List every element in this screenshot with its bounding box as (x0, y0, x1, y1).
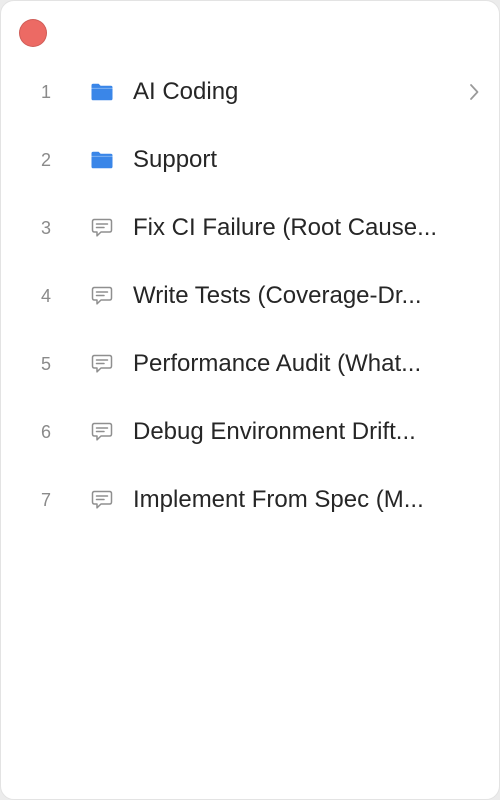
chat-bubble-icon (90, 284, 114, 308)
folder-icon (90, 80, 114, 104)
item-number: 7 (40, 490, 51, 510)
list-item-prompt[interactable]: 3 Fix CI Failure (Root Cause... (1, 194, 500, 262)
chat-bubble-icon (90, 488, 114, 512)
folder-icon (90, 148, 114, 172)
chat-bubble-icon (90, 420, 114, 444)
item-label: Write Tests (Coverage-Dr... (133, 282, 422, 309)
item-label: Fix CI Failure (Root Cause... (133, 214, 438, 241)
chat-bubble-icon (90, 352, 114, 376)
prompt-list-window: 1 AI Coding 2 Support 3 Fix CI Failure (… (0, 0, 500, 800)
item-number: 4 (40, 286, 51, 306)
list-item-prompt[interactable]: 6 Debug Environment Drift... (1, 398, 500, 466)
chevron-right-icon[interactable] (467, 82, 481, 102)
item-number: 6 (40, 422, 51, 442)
list-item-prompt[interactable]: 4 Write Tests (Coverage-Dr... (1, 262, 500, 330)
list-item-prompt[interactable]: 7 Implement From Spec (M... (1, 466, 500, 534)
list-item-prompt[interactable]: 5 Performance Audit (What... (1, 330, 500, 398)
item-label: Performance Audit (What... (133, 350, 422, 377)
chat-bubble-icon (90, 216, 114, 240)
item-number: 3 (40, 218, 51, 238)
list-item-support[interactable]: 2 Support (1, 126, 500, 194)
item-number: 5 (40, 354, 51, 374)
item-number: 1 (40, 82, 51, 102)
item-number: 2 (40, 150, 51, 170)
close-button[interactable] (19, 19, 47, 47)
item-list: 1 AI Coding 2 Support 3 Fix CI Failure (… (1, 58, 500, 534)
item-label: AI Coding (133, 78, 239, 105)
item-label: Debug Environment Drift... (133, 418, 416, 445)
list-item-ai-coding[interactable]: 1 AI Coding (1, 58, 500, 126)
item-label: Support (133, 146, 218, 173)
item-label: Implement From Spec (M... (133, 486, 424, 513)
